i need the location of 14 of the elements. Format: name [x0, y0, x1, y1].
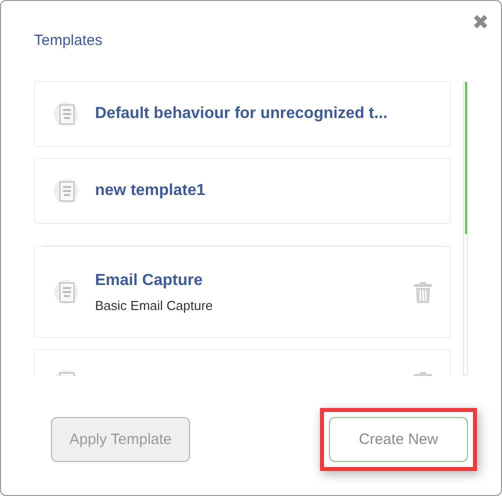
- template-description: Basic Email Capture: [95, 298, 214, 312]
- template-card[interactable]: Default behaviour for unrecognized t...: [34, 81, 451, 147]
- action-button[interactable]: Create New: [329, 417, 468, 462]
- document-icon: [53, 178, 79, 204]
- template-name: new template1: [95, 182, 206, 200]
- template-card[interactable]: Email Capture Basic Email Capture: [34, 246, 451, 338]
- dialog-title: Templates: [34, 31, 104, 51]
- trash-icon[interactable]: [414, 282, 432, 302]
- template-name: Default behaviour for unrecognized t...: [95, 105, 388, 123]
- document-icon: [53, 101, 79, 127]
- scrollbar-thumb[interactable]: [465, 82, 467, 234]
- document-icon: [53, 279, 79, 305]
- template-name: Email Capture: [95, 272, 204, 290]
- template-card[interactable]: new template1: [34, 158, 451, 224]
